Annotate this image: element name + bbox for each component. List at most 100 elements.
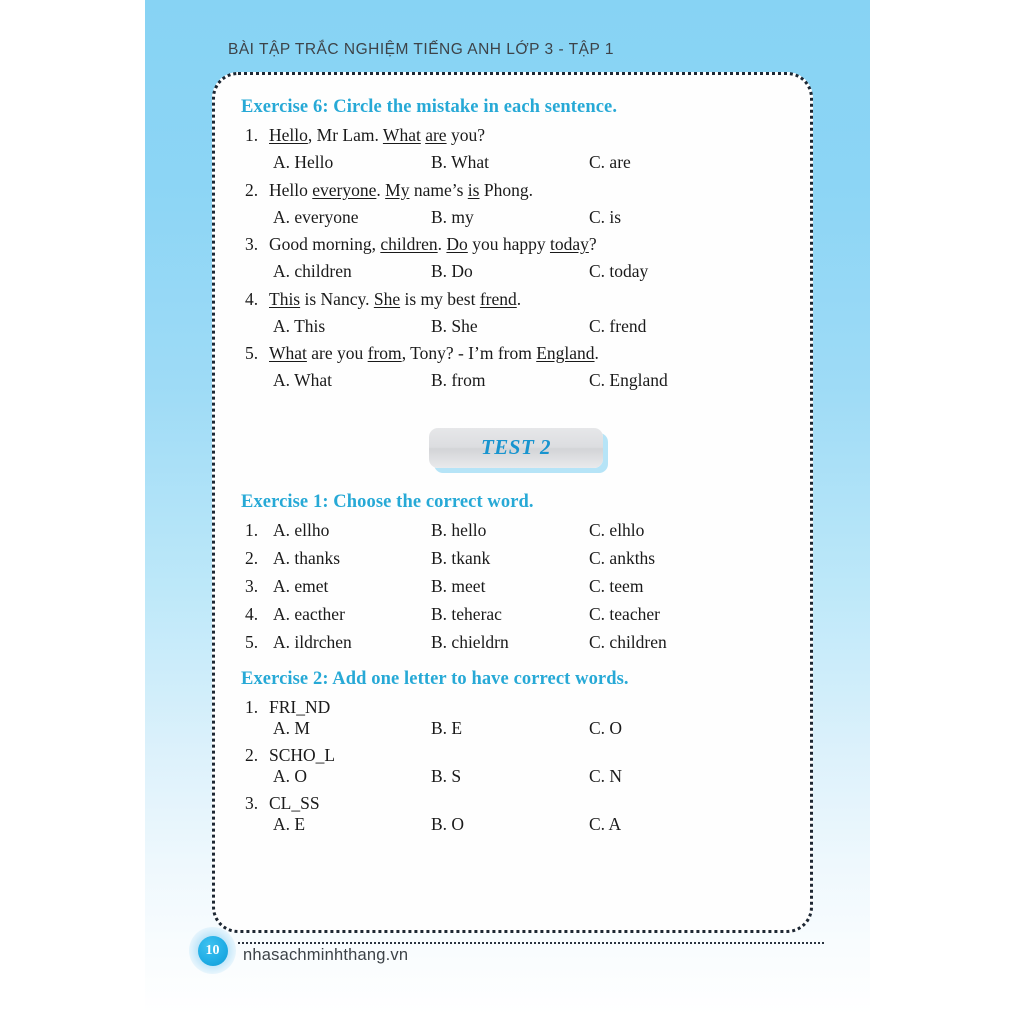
question-number: 5. bbox=[245, 343, 259, 363]
option-choice-a[interactable]: A. This bbox=[273, 317, 431, 336]
exercise-2-body: 1. FRI_ND A. M B. E C. O 2. SCHO_L A. O B. S C. N… bbox=[241, 697, 784, 834]
test-badge-area: TEST 2 bbox=[241, 400, 784, 492]
option-choice-a[interactable]: A. ellho bbox=[273, 521, 431, 540]
option-row: A. M B. E C. O bbox=[241, 719, 784, 738]
option-choice-a[interactable]: A. ildrchen bbox=[273, 633, 431, 652]
option-choice-c[interactable]: C. is bbox=[589, 208, 784, 227]
question-text: Good morning, children. Do you happy tod… bbox=[269, 234, 597, 254]
option-choice-a[interactable]: A. thanks bbox=[273, 549, 431, 568]
option-choice-c[interactable]: C. ankths bbox=[589, 549, 784, 568]
page-number-disc: 10 bbox=[197, 935, 228, 966]
question-row: 3. CL_SS bbox=[241, 793, 784, 813]
underlined-word: from bbox=[367, 343, 402, 363]
option-choice-b[interactable]: B. hello bbox=[431, 521, 589, 540]
option-choice-c[interactable]: C. children bbox=[589, 633, 784, 652]
option-choice-c[interactable]: C. teacher bbox=[589, 605, 784, 624]
option-row: A. Hello B. What C. are bbox=[241, 153, 784, 172]
option-choice-b[interactable]: B. O bbox=[431, 815, 589, 834]
option-choice-b[interactable]: B. What bbox=[431, 153, 589, 172]
option-choice-a[interactable]: A. children bbox=[273, 262, 431, 281]
exercise-2-heading: Exercise 2: Add one letter to have corre… bbox=[241, 669, 629, 689]
option-choice-b[interactable]: B. She bbox=[431, 317, 589, 336]
test-badge-label: TEST 2 bbox=[480, 435, 552, 459]
question-row: 2. SCHO_L bbox=[241, 745, 784, 765]
option-choice-a[interactable]: A. O bbox=[273, 767, 431, 786]
question-row: 3. A. emet B. meet C. teem bbox=[241, 575, 784, 596]
question-number: 2. bbox=[245, 179, 259, 200]
question-number: 3. bbox=[245, 575, 259, 596]
question-row: 3. Good morning, children. Do you happy t… bbox=[241, 234, 784, 254]
question-text: This is Nancy. She is my best frend. bbox=[269, 288, 522, 309]
option-choice-a[interactable]: A. E bbox=[273, 815, 431, 834]
question-number: 1. bbox=[245, 125, 259, 145]
underlined-word: are bbox=[425, 125, 447, 145]
option-row: A. This B. She C. frend bbox=[241, 317, 784, 336]
underlined-word: Hello bbox=[269, 125, 308, 145]
question-word: SCHO_L bbox=[269, 745, 336, 765]
question-row: 4. A. eacther B. teherac C. teacher bbox=[241, 603, 784, 624]
option-choice-c[interactable]: C. England bbox=[589, 371, 784, 390]
exercise-card-content: Exercise 6: Circle the mistake in each s… bbox=[215, 75, 810, 930]
question-row: 1. Hello, Mr Lam. What are you? bbox=[241, 125, 784, 145]
question-number: 3. bbox=[245, 234, 259, 254]
option-choice-b[interactable]: B. E bbox=[431, 719, 589, 738]
option-choice-b[interactable]: B. S bbox=[431, 767, 589, 786]
underlined-word: children bbox=[380, 234, 438, 254]
option-choice-a[interactable]: A. emet bbox=[273, 577, 431, 596]
option-choice-a[interactable]: A. What bbox=[273, 371, 431, 390]
question-row: 1. FRI_ND bbox=[241, 697, 784, 717]
option-choice-b[interactable]: B. chieldrn bbox=[431, 633, 589, 652]
underlined-word: This bbox=[269, 288, 301, 309]
question-row: 4. This is Nancy. She is my best frend. bbox=[241, 288, 784, 309]
running-head: BÀI TẬP TRẮC NGHIỆM TIẾNG ANH LỚP 3 - TẬ… bbox=[228, 41, 614, 58]
underlined-word: England bbox=[536, 343, 595, 363]
option-choice-b[interactable]: B. tkank bbox=[431, 549, 589, 568]
option-choice-b[interactable]: B. my bbox=[431, 208, 589, 227]
test-2-badge: TEST 2 bbox=[429, 427, 603, 468]
question-row: 1. A. ellho B. hello C. elhlo bbox=[241, 519, 784, 540]
option-choice-c[interactable]: C. today bbox=[589, 262, 784, 281]
question-text: Hello, Mr Lam. What are you? bbox=[269, 125, 485, 145]
question-row: 2. A. thanks B. tkank C. ankths bbox=[241, 549, 784, 568]
option-choice-a[interactable]: A. everyone bbox=[273, 208, 431, 227]
option-choice-a[interactable]: A. M bbox=[273, 719, 431, 738]
option-choice-c[interactable]: C. O bbox=[589, 719, 784, 738]
option-choice-c[interactable]: C. N bbox=[589, 767, 784, 786]
underlined-word: frend bbox=[479, 288, 517, 309]
question-number: 4. bbox=[245, 288, 259, 309]
exercise-1-body: 1. A. ellho B. hello C. elhlo 2. A. thanks B. … bbox=[241, 519, 784, 652]
option-choice-c[interactable]: C. are bbox=[589, 153, 784, 172]
question-number: 3. bbox=[245, 793, 259, 813]
underlined-word: is bbox=[467, 179, 480, 200]
option-choice-c[interactable]: C. A bbox=[589, 815, 784, 834]
exercise-card: Exercise 6: Circle the mistake in each s… bbox=[212, 72, 813, 933]
exercise-6-heading: Exercise 6: Circle the mistake in each s… bbox=[241, 97, 618, 117]
underlined-word: What bbox=[269, 343, 307, 363]
option-row: A. What B. from C. England bbox=[241, 371, 784, 390]
question-word: CL_SS bbox=[269, 793, 320, 813]
site-url-label: nhasachminhthang.vn bbox=[243, 946, 409, 964]
option-choice-b[interactable]: B. teherac bbox=[431, 605, 589, 624]
question-number: 4. bbox=[245, 603, 259, 624]
option-choice-a[interactable]: A. eacther bbox=[273, 605, 431, 624]
page-number-badge: 10 bbox=[189, 927, 236, 974]
exercise-6-body: 1. Hello, Mr Lam. What are you? A. Hello B.… bbox=[241, 125, 784, 390]
question-word: FRI_ND bbox=[269, 697, 331, 717]
option-choice-c[interactable]: C. teem bbox=[589, 577, 784, 596]
option-choice-b[interactable]: B. from bbox=[431, 371, 589, 390]
question-number: 1. bbox=[245, 697, 259, 717]
option-choice-c[interactable]: C. elhlo bbox=[589, 521, 784, 540]
option-choice-a[interactable]: A. Hello bbox=[273, 153, 431, 172]
option-choice-b[interactable]: B. meet bbox=[431, 577, 589, 596]
option-row: A. O B. S C. N bbox=[241, 767, 784, 786]
underlined-word: Do bbox=[446, 234, 468, 254]
workbook-page: BÀI TẬP TRẮC NGHIỆM TIẾNG ANH LỚP 3 - TẬ… bbox=[0, 0, 1015, 1015]
question-row: 5. What are you from, Tony? - I’m from En… bbox=[241, 343, 784, 363]
option-choice-c[interactable]: C. frend bbox=[589, 317, 784, 336]
question-text: Hello everyone. My name’s is Phong. bbox=[269, 179, 533, 200]
question-number: 1. bbox=[245, 519, 259, 540]
option-choice-b[interactable]: B. Do bbox=[431, 262, 589, 281]
page-number-label: 10 bbox=[205, 942, 220, 958]
underlined-word: everyone bbox=[312, 179, 377, 200]
question-row: 5. A. ildrchen B. chieldrn C. children bbox=[241, 633, 784, 652]
